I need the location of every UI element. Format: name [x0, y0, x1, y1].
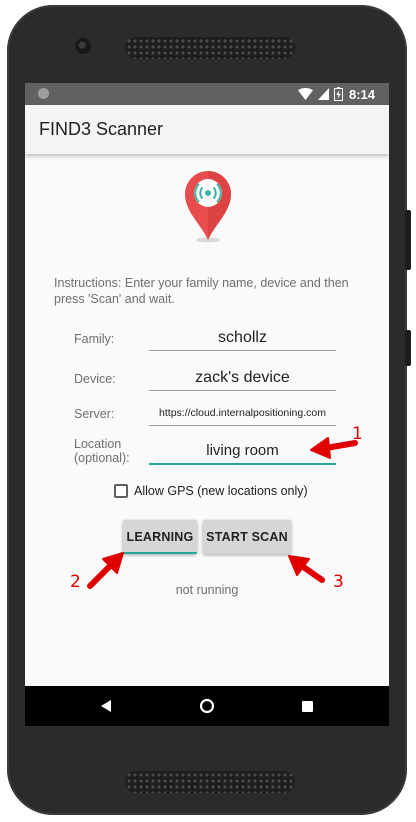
front-camera	[75, 38, 91, 54]
location-label: Location (optional):	[74, 437, 130, 465]
gps-checkbox[interactable]	[114, 484, 128, 498]
gps-checkbox-label: Allow GPS (new locations only)	[134, 484, 308, 498]
battery-icon	[334, 87, 343, 101]
location-label-line1: Location	[74, 437, 122, 451]
location-pin-wifi-icon	[185, 171, 231, 243]
recents-button[interactable]	[287, 686, 327, 726]
wifi-icon	[298, 88, 313, 100]
family-label: Family:	[74, 332, 115, 346]
navigation-bar	[25, 686, 389, 726]
top-speaker-grille	[125, 37, 295, 59]
status-icons	[298, 86, 343, 102]
status-bar: 8:14	[25, 83, 389, 105]
bottom-speaker-grille	[125, 771, 295, 793]
back-button[interactable]	[86, 686, 126, 726]
recents-icon	[301, 700, 313, 712]
device-input[interactable]: zack's device	[149, 366, 336, 391]
annotation-number-1: 1	[352, 424, 363, 444]
app-title: FIND3 Scanner	[39, 119, 164, 139]
notification-dot-icon	[38, 88, 49, 99]
power-button	[405, 330, 411, 366]
home-icon	[199, 698, 215, 714]
server-input[interactable]: https://cloud.internalpositioning.com	[149, 401, 336, 426]
annotation-number-2: 2	[70, 572, 81, 592]
instructions-text: Instructions: Enter your family name, de…	[54, 276, 349, 306]
back-icon	[101, 700, 111, 712]
server-label: Server:	[74, 407, 115, 421]
location-input[interactable]: living room	[149, 439, 336, 465]
cell-signal-icon	[318, 88, 329, 100]
gps-checkbox-row[interactable]: Allow GPS (new locations only)	[114, 484, 308, 498]
family-input[interactable]: schollz	[149, 326, 336, 351]
annotation-number-3: 3	[333, 572, 344, 592]
home-button[interactable]	[187, 686, 227, 726]
screen: 8:14 FIND3 Scanner Instructions: Enter y…	[25, 83, 389, 726]
device-label: Device:	[74, 372, 116, 386]
learning-button[interactable]: LEARNING	[123, 520, 197, 554]
app-bar: FIND3 Scanner	[25, 105, 389, 154]
volume-button	[405, 210, 411, 270]
location-label-line2: (optional):	[74, 451, 130, 465]
clock: 8:14	[348, 87, 375, 102]
start-scan-button[interactable]: START SCAN	[203, 520, 291, 554]
